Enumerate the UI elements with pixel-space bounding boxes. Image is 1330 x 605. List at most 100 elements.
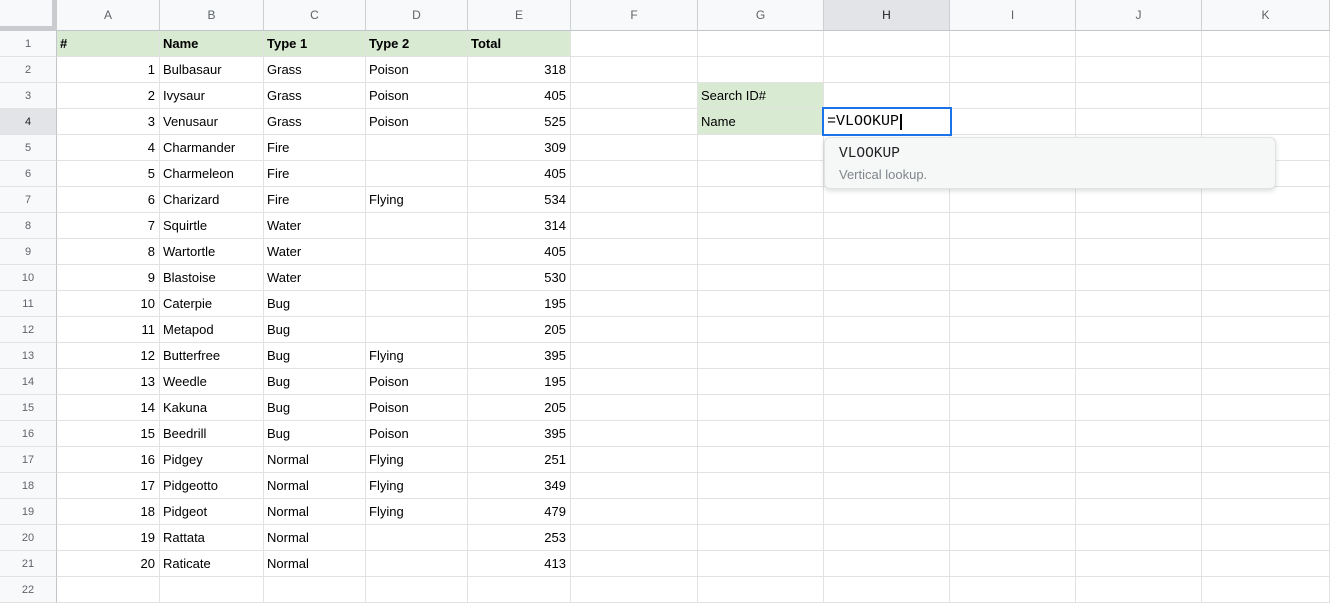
cell-D21[interactable] <box>366 551 468 577</box>
cell-H10[interactable] <box>824 265 950 291</box>
cell-A12[interactable]: 11 <box>57 317 160 343</box>
cell-B6[interactable]: Charmeleon <box>160 161 264 187</box>
cell-G20[interactable] <box>698 525 824 551</box>
cell-D17[interactable]: Flying <box>366 447 468 473</box>
cell-B10[interactable]: Blastoise <box>160 265 264 291</box>
cell-E21[interactable]: 413 <box>468 551 571 577</box>
cell-A4[interactable]: 3 <box>57 109 160 135</box>
cell-A9[interactable]: 8 <box>57 239 160 265</box>
cell-I20[interactable] <box>950 525 1076 551</box>
cell-F14[interactable] <box>571 369 698 395</box>
cell-G4[interactable]: Name <box>698 109 824 135</box>
cell-I7[interactable] <box>950 187 1076 213</box>
cell-K18[interactable] <box>1202 473 1330 499</box>
cell-C5[interactable]: Fire <box>264 135 366 161</box>
column-header-G[interactable]: G <box>698 0 824 31</box>
column-header-E[interactable]: E <box>468 0 571 31</box>
cell-D5[interactable] <box>366 135 468 161</box>
cell-B5[interactable]: Charmander <box>160 135 264 161</box>
row-header-15[interactable]: 15 <box>0 395 57 421</box>
cell-J4[interactable] <box>1076 109 1202 135</box>
cell-I17[interactable] <box>950 447 1076 473</box>
cell-D9[interactable] <box>366 239 468 265</box>
cell-H1[interactable] <box>824 31 950 57</box>
cell-K13[interactable] <box>1202 343 1330 369</box>
cell-F4[interactable] <box>571 109 698 135</box>
cell-D4[interactable]: Poison <box>366 109 468 135</box>
cell-F10[interactable] <box>571 265 698 291</box>
column-header-A[interactable]: A <box>57 0 160 31</box>
cell-A15[interactable]: 14 <box>57 395 160 421</box>
cell-G5[interactable] <box>698 135 824 161</box>
cell-E3[interactable]: 405 <box>468 83 571 109</box>
cell-I4[interactable] <box>950 109 1076 135</box>
row-header-17[interactable]: 17 <box>0 447 57 473</box>
cell-I13[interactable] <box>950 343 1076 369</box>
cell-A20[interactable]: 19 <box>57 525 160 551</box>
row-header-22[interactable]: 22 <box>0 577 57 603</box>
cell-C2[interactable]: Grass <box>264 57 366 83</box>
cell-F13[interactable] <box>571 343 698 369</box>
cell-H3[interactable] <box>824 83 950 109</box>
cell-A3[interactable]: 2 <box>57 83 160 109</box>
cell-A21[interactable]: 20 <box>57 551 160 577</box>
row-header-4[interactable]: 4 <box>0 109 57 135</box>
cell-F16[interactable] <box>571 421 698 447</box>
cell-K10[interactable] <box>1202 265 1330 291</box>
cell-G9[interactable] <box>698 239 824 265</box>
column-header-J[interactable]: J <box>1076 0 1202 31</box>
cell-D2[interactable]: Poison <box>366 57 468 83</box>
cell-A5[interactable]: 4 <box>57 135 160 161</box>
cell-E20[interactable]: 253 <box>468 525 571 551</box>
row-header-2[interactable]: 2 <box>0 57 57 83</box>
cell-H2[interactable] <box>824 57 950 83</box>
cell-H11[interactable] <box>824 291 950 317</box>
cell-K15[interactable] <box>1202 395 1330 421</box>
row-header-18[interactable]: 18 <box>0 473 57 499</box>
cell-J11[interactable] <box>1076 291 1202 317</box>
cell-H16[interactable] <box>824 421 950 447</box>
cell-K1[interactable] <box>1202 31 1330 57</box>
cell-K14[interactable] <box>1202 369 1330 395</box>
cell-I16[interactable] <box>950 421 1076 447</box>
cell-E5[interactable]: 309 <box>468 135 571 161</box>
cell-K12[interactable] <box>1202 317 1330 343</box>
cell-K2[interactable] <box>1202 57 1330 83</box>
cell-I12[interactable] <box>950 317 1076 343</box>
cell-F15[interactable] <box>571 395 698 421</box>
cell-A16[interactable]: 15 <box>57 421 160 447</box>
column-header-D[interactable]: D <box>366 0 468 31</box>
cell-E14[interactable]: 195 <box>468 369 571 395</box>
cell-B18[interactable]: Pidgeotto <box>160 473 264 499</box>
cell-D14[interactable]: Poison <box>366 369 468 395</box>
cell-B9[interactable]: Wartortle <box>160 239 264 265</box>
cell-B22[interactable] <box>160 577 264 603</box>
cell-J19[interactable] <box>1076 499 1202 525</box>
cell-F5[interactable] <box>571 135 698 161</box>
row-header-9[interactable]: 9 <box>0 239 57 265</box>
row-header-5[interactable]: 5 <box>0 135 57 161</box>
cell-A14[interactable]: 13 <box>57 369 160 395</box>
column-header-I[interactable]: I <box>950 0 1076 31</box>
cell-E22[interactable] <box>468 577 571 603</box>
cell-B14[interactable]: Weedle <box>160 369 264 395</box>
cell-C19[interactable]: Normal <box>264 499 366 525</box>
cell-B17[interactable]: Pidgey <box>160 447 264 473</box>
cell-E6[interactable]: 405 <box>468 161 571 187</box>
row-header-20[interactable]: 20 <box>0 525 57 551</box>
row-header-14[interactable]: 14 <box>0 369 57 395</box>
cell-C16[interactable]: Bug <box>264 421 366 447</box>
cell-G16[interactable] <box>698 421 824 447</box>
cell-E13[interactable]: 395 <box>468 343 571 369</box>
cell-J21[interactable] <box>1076 551 1202 577</box>
cell-I1[interactable] <box>950 31 1076 57</box>
cell-D16[interactable]: Poison <box>366 421 468 447</box>
row-header-16[interactable]: 16 <box>0 421 57 447</box>
cell-A7[interactable]: 6 <box>57 187 160 213</box>
row-header-13[interactable]: 13 <box>0 343 57 369</box>
cell-A17[interactable]: 16 <box>57 447 160 473</box>
cell-B2[interactable]: Bulbasaur <box>160 57 264 83</box>
row-header-12[interactable]: 12 <box>0 317 57 343</box>
cell-C20[interactable]: Normal <box>264 525 366 551</box>
column-header-B[interactable]: B <box>160 0 264 31</box>
